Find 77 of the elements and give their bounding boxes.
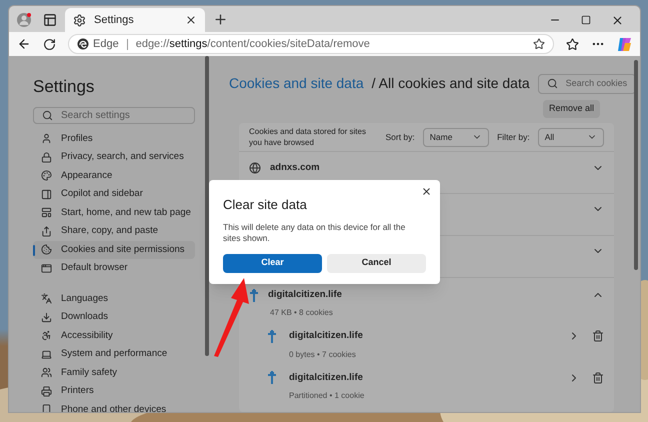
list-caption: Cookies and data stored for sites you have browsed <box>249 126 367 148</box>
languages-icon <box>41 293 52 304</box>
search-icon <box>42 110 53 120</box>
sidebar-item[interactable]: Default browser <box>33 259 195 278</box>
sort-label: Sort by: <box>385 130 415 144</box>
sidebar-item[interactable]: System and performance <box>33 345 195 364</box>
site-name: digitalcitizen.life <box>289 329 363 344</box>
avatar-icon[interactable] <box>17 13 31 27</box>
tab-actions-icon[interactable] <box>43 13 57 27</box>
new-tab-icon[interactable] <box>213 12 228 27</box>
favorites-icon[interactable] <box>566 38 579 50</box>
edge-logo-icon <box>77 38 89 50</box>
tab-title: Settings <box>94 12 135 28</box>
cookie-icon <box>41 244 52 256</box>
download-icon <box>41 312 52 323</box>
sidebar-item[interactable]: Printers <box>33 382 195 400</box>
site-label: Edge <box>93 36 119 52</box>
sidebar-panel-icon <box>41 188 52 200</box>
printer-icon <box>41 386 52 397</box>
remove-all-button[interactable]: Remove all <box>542 100 600 118</box>
phone-icon <box>41 404 52 412</box>
sidebar-item[interactable]: Accessibility <box>33 326 195 345</box>
sidebar-item[interactable]: Appearance <box>33 166 195 185</box>
delete-icon[interactable] <box>592 372 604 384</box>
maximize-icon[interactable] <box>581 15 591 25</box>
browser-tab[interactable]: Settings <box>65 8 205 32</box>
back-icon[interactable] <box>17 37 31 51</box>
share-icon <box>41 226 52 237</box>
accessibility-icon <box>41 330 52 342</box>
filter-dropdown[interactable]: All <box>538 128 604 146</box>
sidebar-item[interactable]: Downloads <box>33 308 195 326</box>
search-placeholder: Search settings <box>61 108 130 122</box>
sidebar-item[interactable]: Privacy, search, and services <box>33 148 195 166</box>
sidebar-item[interactable]: Phone and other devices <box>33 400 195 412</box>
sidebar-item[interactable]: Cookies and site permissions <box>33 240 195 259</box>
clear-button[interactable]: Clear <box>223 254 322 272</box>
refresh-icon[interactable] <box>43 38 56 50</box>
person-icon <box>41 133 52 144</box>
address-bar[interactable]: Edge edge://settings/content/cookies/siteData/remove <box>68 34 554 54</box>
scrollbar[interactable] <box>634 60 638 270</box>
sidebar-title: Settings <box>33 76 96 98</box>
delete-icon[interactable] <box>592 330 604 342</box>
dialog-title: Clear site data <box>223 196 308 214</box>
palette-icon <box>41 170 52 182</box>
laptop-icon <box>41 348 52 360</box>
site-name: digitalcitizen.life <box>289 370 363 384</box>
search-icon <box>546 78 558 89</box>
browser-window-icon <box>41 262 52 274</box>
url-text: edge://settings/content/cookies/siteData/remove <box>136 36 371 52</box>
page-layout-icon <box>41 207 52 218</box>
site-detail: 47 KB • 8 cookies <box>270 307 334 320</box>
close-icon[interactable] <box>421 186 432 197</box>
favorite-star-icon[interactable] <box>533 38 545 50</box>
sidebar-item[interactable]: Family safety <box>33 364 195 382</box>
sort-dropdown[interactable]: Name <box>422 128 490 146</box>
search-placeholder: Search cookies <box>566 76 628 90</box>
sidebar-item[interactable]: Start, home, and new tab page <box>33 204 195 222</box>
lock-icon <box>41 152 52 163</box>
globe-icon <box>249 162 261 174</box>
site-detail: 0 bytes • 7 cookies <box>289 348 357 360</box>
sidebar-item[interactable]: Profiles <box>33 130 195 148</box>
people-icon <box>41 367 52 378</box>
scrollbar[interactable] <box>205 56 209 356</box>
filter-label: Filter by: <box>497 130 530 144</box>
site-detail: Partitioned • 1 cookie <box>289 390 366 402</box>
close-icon[interactable] <box>611 14 624 26</box>
settings-icon <box>73 14 86 26</box>
page-title: / All cookies and site data <box>372 74 530 93</box>
copilot-logo-icon[interactable] <box>617 36 632 52</box>
dialog-message: This will delete any data on this device for all the sites shown. <box>223 222 406 244</box>
sidebar-item[interactable]: Copilot and sidebar <box>33 185 195 204</box>
sidebar-item[interactable]: Share, copy, and paste <box>33 222 195 240</box>
cancel-button[interactable]: Cancel <box>327 254 426 272</box>
site-name: digitalcitizen.life <box>268 288 342 302</box>
sidebar-item[interactable]: Languages <box>33 290 195 308</box>
site-name: adnxs.com <box>270 161 320 175</box>
close-icon[interactable] <box>185 14 197 26</box>
